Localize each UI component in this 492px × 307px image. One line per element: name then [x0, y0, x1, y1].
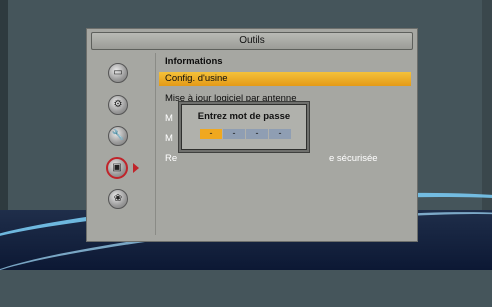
screen-icon[interactable]: ▭ [108, 63, 128, 83]
column-divider [155, 53, 156, 235]
password-digit-1[interactable]: - [200, 129, 222, 139]
password-input[interactable]: - - - - [200, 129, 291, 139]
monitor-icon[interactable]: ▣ [106, 157, 128, 179]
password-digit-4[interactable]: - [269, 129, 291, 139]
password-digit-2[interactable]: - [223, 129, 245, 139]
menu-item-hidden-2[interactable]: M [159, 132, 177, 146]
selection-arrow-icon [133, 163, 139, 173]
password-dialog: Entrez mot de passe - - - - [178, 101, 310, 153]
wrench-icon[interactable]: 🔧 [108, 126, 128, 146]
category-icon-column: ▭ ⚙ 🔧 ▣ ❀ [93, 55, 153, 235]
gear-icon[interactable]: ⚙ [108, 95, 128, 115]
film-reel-icon[interactable]: ❀ [108, 189, 128, 209]
menu-item-hidden-3[interactable]: Re [159, 152, 179, 166]
window-title: Outils [91, 32, 413, 50]
dialog-title: Entrez mot de passe [197, 111, 291, 122]
password-dialog-body: Entrez mot de passe - - - - [181, 104, 307, 150]
menu-item-secure-tail: e sécurisée [329, 153, 378, 164]
menu-item-factory-config[interactable]: Config. d'usine [159, 72, 411, 86]
menu-item-hidden-1[interactable]: M [159, 112, 177, 126]
menu-item-informations[interactable]: Informations [159, 55, 411, 69]
password-digit-3[interactable]: - [246, 129, 268, 139]
